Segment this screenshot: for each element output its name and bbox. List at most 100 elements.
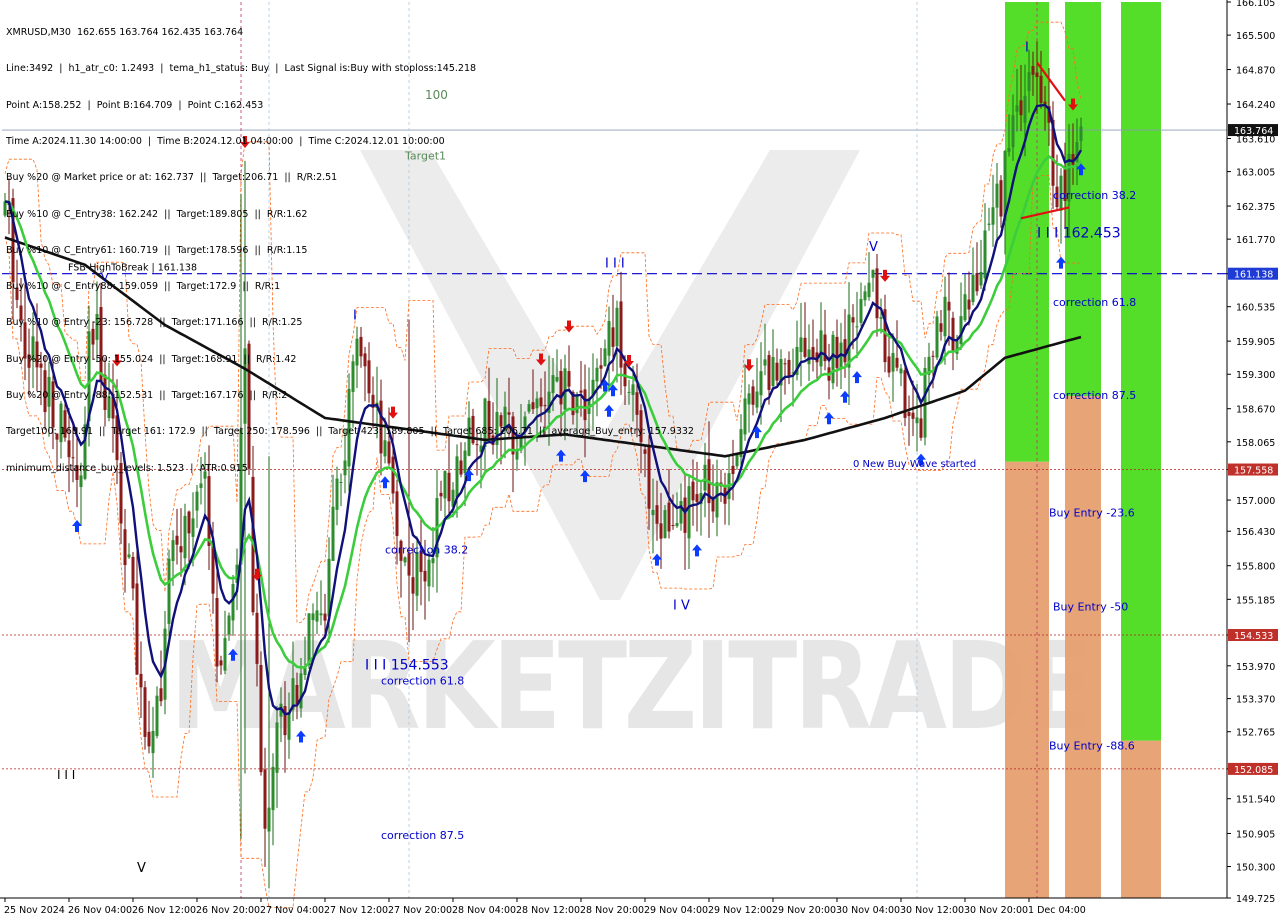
chart-annotation: I V bbox=[673, 598, 690, 613]
candle-body bbox=[775, 362, 779, 381]
candle-body bbox=[611, 327, 615, 347]
candle-body bbox=[159, 688, 163, 702]
candle-body bbox=[431, 558, 435, 564]
candle-body bbox=[647, 445, 651, 509]
y-tick-label: 165.500 bbox=[1236, 31, 1275, 42]
y-tick-label: 153.970 bbox=[1236, 662, 1275, 673]
candle-body bbox=[1035, 72, 1039, 78]
x-tick-label: 27 Nov 20:00 bbox=[388, 905, 452, 916]
sell-arrow-icon bbox=[240, 136, 250, 149]
candle-body bbox=[79, 475, 83, 488]
chart-annotation: I I I 162.453 bbox=[1037, 225, 1121, 241]
y-tick-label: 154.533 bbox=[1234, 631, 1273, 642]
candle-body bbox=[555, 377, 559, 382]
price-chart[interactable]: MARKETZITRADE FSB-HighToBreak | 161.138 … bbox=[0, 0, 1280, 920]
candle-body bbox=[443, 471, 447, 499]
candle-body bbox=[783, 363, 787, 365]
candle-body bbox=[831, 334, 835, 384]
candle-body bbox=[803, 337, 807, 357]
candle-body bbox=[919, 418, 923, 438]
level-text: FSB-HighToBreak | 161.138 bbox=[68, 263, 197, 274]
candle-body bbox=[263, 769, 267, 829]
candle-body bbox=[123, 529, 127, 566]
candle-body bbox=[1043, 101, 1047, 105]
candle-body bbox=[487, 400, 491, 439]
candle-body bbox=[799, 337, 803, 353]
candle-body bbox=[755, 391, 759, 408]
candle-body bbox=[975, 273, 979, 292]
candle-body bbox=[179, 546, 183, 553]
chart-annotation: Target1 bbox=[404, 149, 446, 162]
candle-body bbox=[559, 370, 563, 405]
chart-annotation: I bbox=[353, 309, 357, 324]
candle-body bbox=[759, 371, 763, 396]
candle-body bbox=[383, 440, 387, 457]
candle-body bbox=[1019, 100, 1023, 116]
candle-body bbox=[751, 386, 755, 405]
candle-body bbox=[863, 291, 867, 301]
candle-body bbox=[319, 613, 323, 616]
buy-arrow-icon bbox=[380, 476, 390, 489]
candle-body bbox=[807, 349, 811, 365]
candle-body bbox=[203, 471, 207, 479]
candle-body bbox=[675, 523, 679, 527]
candle-body bbox=[879, 317, 883, 319]
candle-body bbox=[35, 341, 39, 368]
chart-annotation: I I I bbox=[605, 257, 625, 272]
lower-band bbox=[4, 175, 1081, 908]
y-tick-label: 159.300 bbox=[1236, 370, 1275, 381]
zone-orange-0 bbox=[1005, 461, 1049, 898]
candle-body bbox=[951, 317, 955, 351]
candle-body bbox=[215, 598, 219, 667]
y-tick-label: 166.105 bbox=[1236, 0, 1275, 9]
candle-body bbox=[1015, 105, 1019, 112]
x-tick-label: 26 Nov 20:00 bbox=[196, 905, 260, 916]
candle-body bbox=[343, 460, 347, 476]
candle-body bbox=[315, 610, 319, 622]
candle-body bbox=[199, 483, 203, 488]
candle-body bbox=[607, 321, 611, 356]
candle-body bbox=[995, 183, 999, 208]
candle-body bbox=[39, 363, 43, 368]
candle-body bbox=[299, 673, 303, 709]
candle-body bbox=[223, 638, 227, 671]
chart-annotation: I I I bbox=[57, 768, 75, 782]
candle-body bbox=[715, 482, 719, 518]
candle-body bbox=[27, 354, 31, 368]
x-tick-label: 28 Nov 20:00 bbox=[580, 905, 644, 916]
candle-body bbox=[331, 506, 335, 561]
candle-body bbox=[175, 535, 179, 545]
candle-body bbox=[595, 367, 599, 382]
buy-arrow-icon bbox=[1056, 256, 1066, 269]
candle-body bbox=[511, 416, 515, 455]
candle-body bbox=[355, 338, 359, 366]
x-tick-label: 26 Nov 04:00 bbox=[68, 905, 132, 916]
candle-body bbox=[351, 361, 355, 392]
chart-annotation: 100 bbox=[425, 88, 448, 102]
candle-body bbox=[103, 374, 107, 410]
candle-body bbox=[663, 510, 667, 539]
candle-body bbox=[527, 404, 531, 412]
upper-band bbox=[4, 21, 1082, 623]
candle-body bbox=[447, 472, 451, 502]
candle-body bbox=[563, 368, 567, 410]
candle-body bbox=[63, 410, 67, 438]
candle-body bbox=[191, 518, 195, 537]
candle-body bbox=[195, 491, 199, 511]
candle-body bbox=[359, 336, 363, 357]
candle-body bbox=[455, 456, 459, 498]
x-tick-label: 25 Nov 2024 bbox=[4, 905, 65, 916]
candle-body bbox=[411, 577, 415, 594]
candle-body bbox=[767, 355, 771, 390]
buy-arrow-icon bbox=[604, 404, 614, 417]
y-tick-label: 164.240 bbox=[1236, 100, 1275, 111]
candle-body bbox=[683, 497, 687, 533]
x-tick-label: 28 Nov 12:00 bbox=[516, 905, 580, 916]
y-tick-label: 162.375 bbox=[1236, 202, 1275, 213]
candle-body bbox=[691, 481, 695, 501]
x-tick-label: 1 Dec 04:00 bbox=[1028, 905, 1086, 916]
candle-body bbox=[631, 384, 635, 395]
chart-annotation: correction 87.5 bbox=[1053, 389, 1136, 402]
chart-annotation: 0 New Buy Wave started bbox=[853, 459, 976, 470]
candle-body bbox=[475, 444, 479, 446]
